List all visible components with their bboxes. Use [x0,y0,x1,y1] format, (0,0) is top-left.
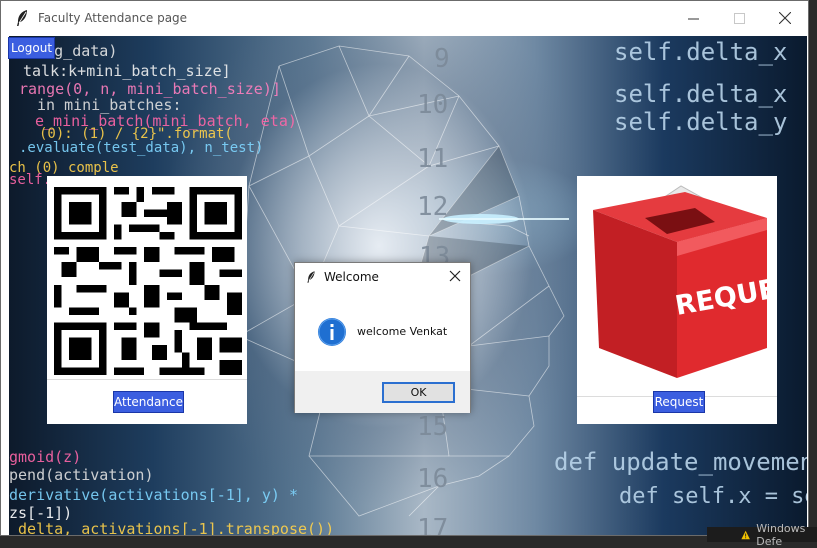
requests-box-image: REQUESTS [593,185,771,378]
code-number: 11 [417,144,449,174]
code-number: 16 [417,464,449,494]
code-line: self.delta_x [614,80,788,108]
code-line: self.delta_y [614,108,788,136]
code-number: 17 [417,514,449,536]
code-line: self. [9,172,52,188]
ok-button[interactable]: OK [382,382,455,403]
feather-icon [307,271,315,283]
taskbar-notification[interactable]: Windows Defe [707,522,817,548]
welcome-dialog: Welcome welcome Venkat OK [294,262,471,413]
request-card: REQUESTS Request [577,176,777,424]
code-line: .evaluate(test_data), n_test) [19,140,264,156]
dialog-title: Welcome [324,270,379,284]
dialog-footer: OK [295,371,470,413]
warning-icon [741,530,750,539]
code-line: _delta, activations[-1].transpose()) [9,520,335,536]
code-line: def update_movement(se [554,448,807,476]
title-bar[interactable]: Faculty Attendance page [1,1,808,35]
close-button[interactable] [762,1,808,35]
minimize-icon [687,18,699,19]
maximize-icon [733,12,745,24]
window-title: Faculty Attendance page [38,11,188,25]
code-line: derivative(activations[-1], y) * [9,486,298,504]
code-line: talk:k+mini_batch_size] [23,62,231,80]
qr-code-image [54,187,242,375]
code-number: 12 [417,192,449,222]
attendance-card: Attendance [47,176,247,424]
code-line: gmoid(z) [9,448,82,466]
feather-icon [17,10,27,26]
minimize-button[interactable] [670,1,716,35]
notification-text: Windows Defe [756,521,806,548]
dialog-title-bar[interactable]: Welcome [295,263,470,291]
code-line: pend(activation) [9,466,154,484]
maximize-button[interactable] [716,1,762,35]
card-divider [47,379,247,380]
close-icon [779,12,791,24]
code-line: self.delta_x [614,38,788,66]
code-number: 18 [417,534,448,535]
code-line: def self.x = self.d [619,484,807,509]
code-number: 9 [434,44,450,74]
request-button[interactable]: Request [653,391,705,413]
dialog-message: welcome Venkat [357,325,448,338]
code-number: 15 [417,412,449,442]
attendance-button[interactable]: Attendance [113,391,184,413]
info-icon [318,318,346,346]
close-icon[interactable] [448,269,462,283]
logout-button[interactable]: Logout [8,37,55,59]
code-number: 10 [417,90,449,120]
